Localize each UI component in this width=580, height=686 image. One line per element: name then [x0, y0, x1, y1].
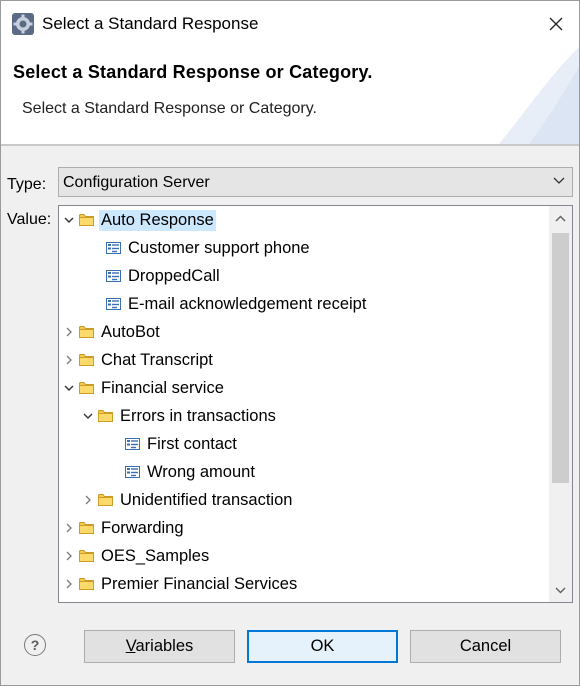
gear-app-icon [11, 12, 35, 36]
tree-response-item[interactable]: E-mail acknowledgement receipt [82, 290, 368, 318]
tree-item-label: OES_Samples [101, 546, 210, 565]
tree-folder-item[interactable]: Premier Financial Services [63, 570, 299, 598]
folder-icon [79, 325, 94, 339]
tree-item-label: First contact [147, 434, 237, 453]
folder-icon [98, 409, 113, 423]
chevron-down-icon [555, 587, 566, 593]
type-label: Type: [7, 176, 47, 193]
tree-folder-item[interactable]: Unidentified transaction [82, 486, 294, 514]
folder-icon [79, 353, 94, 367]
chevron-down-icon [553, 177, 565, 184]
standard-response-icon [125, 437, 140, 451]
tree-folder-item[interactable]: Errors in transactions [82, 402, 278, 430]
dialog-content: Type: Configuration Server Value: Auto R… [1, 146, 579, 685]
expand-chevron-right-icon[interactable] [63, 354, 75, 366]
type-select[interactable]: Configuration Server [58, 167, 573, 197]
tree-folder-item[interactable]: Chat Transcript [63, 346, 215, 374]
tree-item-label: AutoBot [101, 322, 160, 341]
folder-icon [79, 549, 94, 563]
tree-response-item[interactable]: Customer support phone [82, 234, 312, 262]
value-label: Value: [7, 211, 52, 228]
scrollbar-thumb[interactable] [552, 233, 569, 483]
window-title: Select a Standard Response [42, 14, 259, 33]
scroll-up-button[interactable] [549, 206, 572, 230]
tree-item-label: Unidentified transaction [120, 490, 293, 509]
help-icon: ? [30, 637, 40, 653]
tree-response-item[interactable]: DroppedCall [82, 262, 222, 290]
dialog-window: Select a Standard Response Select a Stan… [0, 0, 580, 686]
variables-button[interactable]: Variables [84, 630, 235, 663]
expand-chevron-right-icon[interactable] [63, 578, 75, 590]
tree-folder-item[interactable]: Forwarding [63, 514, 186, 542]
scroll-down-button[interactable] [549, 578, 572, 602]
tree-folder-item[interactable]: AutoBot [63, 318, 162, 346]
ok-button-label: OK [310, 637, 335, 655]
expand-chevron-right-icon[interactable] [82, 494, 94, 506]
expand-chevron-down-icon[interactable] [63, 382, 75, 394]
tree-item-label: E-mail acknowledgement receipt [128, 294, 367, 313]
folder-icon [79, 213, 94, 227]
banner-title: Select a Standard Response or Category. [13, 62, 373, 82]
help-button[interactable]: ? [24, 634, 46, 656]
folder-icon [98, 493, 113, 507]
cancel-button-label: Cancel [459, 637, 512, 655]
tree-item-label: Customer support phone [128, 238, 310, 257]
tree-item-label: Forwarding [101, 518, 184, 537]
folder-icon [79, 521, 94, 535]
standard-response-icon [106, 241, 121, 255]
value-tree[interactable]: Auto Response Customer support phone Dropp… [58, 205, 573, 603]
expand-chevron-down-icon[interactable] [82, 410, 94, 422]
ok-button[interactable]: OK [247, 630, 398, 663]
cancel-button[interactable]: Cancel [410, 630, 561, 663]
dialog-banner: Select a Standard Response or Category. … [1, 47, 579, 144]
tree-item-label: Premier Financial Services [101, 574, 298, 593]
tree-item-label: Chat Transcript [101, 350, 213, 369]
tree-scrollbar[interactable] [549, 206, 572, 602]
folder-icon [79, 381, 94, 395]
expand-chevron-down-icon[interactable] [63, 214, 75, 226]
variables-button-label: Variables [125, 637, 194, 655]
banner-decoration [499, 47, 579, 144]
expand-chevron-right-icon[interactable] [63, 550, 75, 562]
tree-item-label: Errors in transactions [120, 406, 276, 425]
title-bar: Select a Standard Response [1, 1, 579, 47]
expand-chevron-right-icon[interactable] [63, 522, 75, 534]
standard-response-icon [125, 465, 140, 479]
tree-folder-item[interactable]: OES_Samples [63, 542, 211, 570]
tree-item-label: Auto Response [99, 209, 216, 231]
standard-response-icon [106, 269, 121, 283]
folder-icon [79, 577, 94, 591]
tree-folder-item[interactable]: Financial service [63, 374, 226, 402]
tree-folder-item[interactable]: Auto Response [63, 206, 216, 234]
tree-item-label: Financial service [101, 378, 224, 397]
close-icon [549, 17, 563, 31]
tree-response-item[interactable]: First contact [101, 430, 239, 458]
type-select-value: Configuration Server [63, 174, 210, 191]
close-button[interactable] [533, 1, 579, 47]
tree-item-label: DroppedCall [128, 266, 220, 285]
standard-response-icon [106, 297, 121, 311]
tree-item-label: Wrong amount [147, 462, 255, 481]
chevron-up-icon [555, 215, 566, 221]
tree-response-item[interactable]: Wrong amount [101, 458, 257, 486]
expand-chevron-right-icon[interactable] [63, 326, 75, 338]
banner-description: Select a Standard Response or Category. [22, 100, 317, 117]
